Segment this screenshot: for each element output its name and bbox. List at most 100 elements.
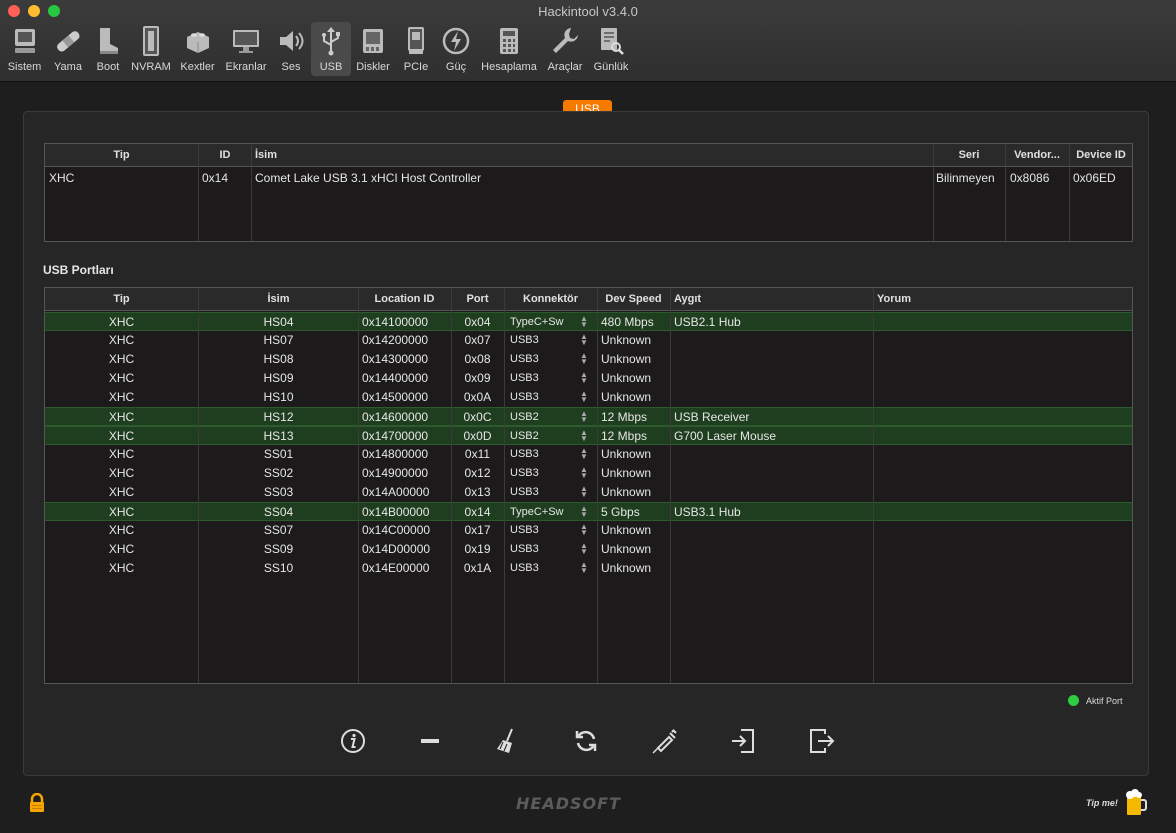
toolbar-item-hesaplama[interactable]: Hesaplama [478,22,540,76]
usb-port-row[interactable]: XHC SS07 0x14C00000 0x17 USB3 Unknown ▲ ▼ [45,521,1132,540]
remove-button[interactable] [417,727,445,755]
toolbar-item-ekranlar[interactable]: Ekranlar [222,22,270,76]
toolbar-item-usb[interactable]: USB [311,22,351,76]
controller-tip: XHC [49,171,75,185]
column-header-id[interactable]: ID [199,144,251,167]
toolbar-item-guc[interactable]: Güç [438,22,474,76]
usb-port-row[interactable]: XHC SS02 0x14900000 0x12 USB3 Unknown ▲ ▼ [45,464,1132,483]
usb-ports-title: USB Portları [43,263,114,277]
column-header-location-id[interactable]: Location ID [358,288,451,311]
column-header-dev-speed[interactable]: Dev Speed [597,288,670,311]
toolbar-item-nvram[interactable]: NVRAM [129,22,173,76]
refresh-button[interactable] [572,727,600,755]
export-button[interactable] [808,727,836,755]
usb-port-row[interactable]: XHC SS10 0x14E00000 0x1A USB3 Unknown ▲ ▼ [45,559,1132,578]
column-header-comment[interactable]: Yorum [873,288,1132,311]
bandage-icon [57,31,80,52]
monitor-icon [233,30,259,53]
port-cell-tip: XHC [108,371,135,385]
port-cell-isim: HS09 [263,371,294,385]
connector-stepper-icon[interactable]: ▲ ▼ [580,542,588,556]
toolbar-item-ses[interactable]: Ses [272,22,310,76]
connector-stepper-icon[interactable]: ▲ ▼ [580,429,588,443]
controller-vendor: 0x8086 [1010,171,1050,185]
connector-stepper-icon[interactable]: ▲ ▼ [580,485,588,499]
connector-stepper-icon[interactable]: ▲ ▼ [580,505,588,519]
port-cell-device [674,521,873,540]
column-header-vendor[interactable]: Vendor... [1005,144,1069,167]
port-cell-tip: XHC [108,352,135,366]
port-cell-speed: 12 Mbps [601,410,648,424]
connector-stepper-icon[interactable]: ▲ ▼ [580,447,588,461]
usb-port-row[interactable]: XHC HS07 0x14200000 0x07 USB3 Unknown ▲ ▼ [45,331,1132,350]
port-cell-device [674,445,873,464]
usb-port-row[interactable]: XHC HS08 0x14300000 0x08 USB3 Unknown ▲ ▼ [45,350,1132,369]
usb-ports-table[interactable]: Tip İsim Location ID Port Konnektör Dev … [44,287,1133,684]
toolbar-label-diskler: Diskler [356,61,390,73]
port-cell-device: G700 Laser Mouse [674,429,777,443]
port-cell-tip: XHC [108,315,135,329]
lock-icon[interactable] [28,793,46,813]
port-cell-isim: SS07 [263,523,294,537]
clear-button[interactable] [494,727,522,755]
usb-port-row[interactable]: XHC HS10 0x14500000 0x0A USB3 Unknown ▲ ▼ [45,388,1132,407]
column-header-tip[interactable]: Tip [45,288,198,311]
port-cell-speed: Unknown [601,523,652,537]
usb-port-row[interactable]: XHC SS01 0x14800000 0x11 USB3 Unknown ▲ ▼ [45,445,1132,464]
port-cell-tip: XHC [108,410,135,424]
toolbar-item-sistem[interactable]: Sistem [2,22,47,76]
usb-ports-table-header: Tip İsim Location ID Port Konnektör Dev … [45,288,1132,311]
connector-stepper-icon[interactable]: ▲ ▼ [580,523,588,537]
toolbar-item-kextler[interactable]: Kextler [176,22,219,76]
memory-chip-icon [143,26,159,56]
port-cell-location: 0x14700000 [362,429,429,443]
usb-port-row[interactable]: XHC HS04 0x14100000 0x04 TypeC+Sw 480 Mbps USB… [45,312,1132,331]
usb-icon [322,27,340,56]
port-cell-isim: SS01 [263,447,294,461]
toolbar-item-yama[interactable]: Yama [49,22,87,76]
controller-row[interactable]: XHC 0x14 Comet Lake USB 3.1 xHCI Host Co… [45,168,1132,187]
usb-port-row[interactable]: XHC SS09 0x14D00000 0x19 USB3 Unknown ▲ ▼ [45,540,1132,559]
port-cell-tip: XHC [108,447,135,461]
connector-stepper-icon[interactable]: ▲ ▼ [580,390,588,404]
toolbar-item-pcie[interactable]: PCIe [398,22,434,76]
active-port-legend-label: Aktif Port [1086,696,1123,706]
connector-stepper-icon[interactable]: ▲ ▼ [580,561,588,575]
connector-stepper-icon[interactable]: ▲ ▼ [580,315,588,329]
usb-port-row[interactable]: XHC SS04 0x14B00000 0x14 TypeC+Sw 5 Gbps USB3.… [45,502,1132,521]
port-cell-device [674,331,873,350]
column-header-device-id[interactable]: Device ID [1069,144,1132,167]
port-cell-tip: XHC [108,466,135,480]
port-cell-port: 0x09 [464,371,491,385]
usb-port-row[interactable]: XHC HS12 0x14600000 0x0C USB2 12 Mbps USB Rece… [45,407,1132,426]
column-header-tip[interactable]: Tip [45,144,198,167]
port-cell-port: 0x08 [464,352,491,366]
toolbar-item-araclar[interactable]: Araçlar [544,22,586,76]
import-button[interactable] [730,727,758,755]
toolbar-item-diskler[interactable]: Diskler [353,22,393,76]
connector-stepper-icon[interactable]: ▲ ▼ [580,352,588,366]
column-header-seri[interactable]: Seri [933,144,1005,167]
connector-stepper-icon[interactable]: ▲ ▼ [580,410,588,424]
toolbar-item-boot[interactable]: Boot [89,22,127,76]
refresh-icon [575,730,597,752]
column-header-isim[interactable]: İsim [199,288,358,311]
column-header-connector[interactable]: Konnektör [504,288,597,311]
controller-serial: Bilinmeyen [936,171,995,185]
toolbar-item-gunluk[interactable]: Günlük [590,22,632,76]
column-header-port[interactable]: Port [451,288,504,311]
column-header-device[interactable]: Aygıt [670,288,873,311]
beer-mug-icon[interactable] [1124,789,1148,817]
inject-button[interactable] [651,727,679,755]
usb-port-row[interactable]: XHC HS13 0x14700000 0x0D USB2 12 Mbps G700 Las… [45,426,1132,445]
connector-stepper-icon[interactable]: ▲ ▼ [580,371,588,385]
controllers-table[interactable]: Tip ID İsim Seri Vendor... Device ID XHC… [44,143,1133,242]
usb-port-row[interactable]: XHC HS09 0x14400000 0x09 USB3 Unknown ▲ ▼ [45,369,1132,388]
info-button[interactable] [339,727,367,755]
port-cell-location: 0x14400000 [362,371,429,385]
connector-stepper-icon[interactable]: ▲ ▼ [580,466,588,480]
port-cell-speed: Unknown [601,447,652,461]
column-header-isim[interactable]: İsim [251,144,933,167]
connector-stepper-icon[interactable]: ▲ ▼ [580,333,588,347]
usb-port-row[interactable]: XHC SS03 0x14A00000 0x13 USB3 Unknown ▲ ▼ [45,483,1132,502]
